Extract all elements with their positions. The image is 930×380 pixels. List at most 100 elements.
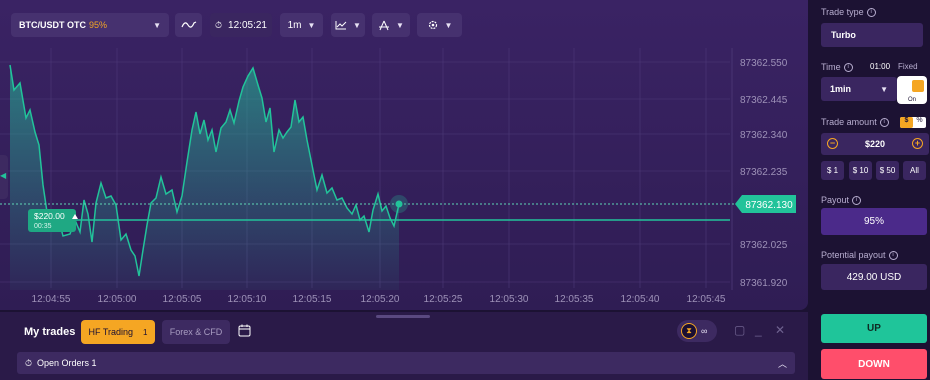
- trade-amount-text: $220.00: [34, 211, 65, 221]
- drawing-tools-select[interactable]: ▼: [372, 13, 410, 37]
- open-orders-bar[interactable]: ⏱ Open Orders 1 ︿: [17, 352, 795, 374]
- payout-label-text: Payout: [821, 195, 850, 205]
- tab-hf-trading[interactable]: HF Trading 1: [81, 320, 155, 344]
- preset-50[interactable]: $ 50: [876, 161, 899, 180]
- minus-icon[interactable]: −: [827, 138, 838, 149]
- my-trades-title: My trades: [24, 326, 76, 338]
- timeframe-select[interactable]: 1m ▼: [280, 13, 323, 37]
- chevron-down-icon: ▼: [444, 20, 453, 30]
- chevron-down-icon: ▼: [307, 20, 316, 30]
- trade-type-label: Trade type i: [821, 7, 876, 17]
- time-label-text: Time: [821, 62, 841, 72]
- time-label: Time i: [821, 62, 853, 72]
- server-time-text: 12:05:21: [228, 19, 267, 31]
- current-price-tag: 87362.130: [735, 195, 796, 213]
- chevron-down-icon: ▼: [396, 20, 404, 30]
- time-tick-label: 12:05:00: [98, 294, 137, 305]
- expand-icon[interactable]: ▢: [734, 323, 745, 337]
- preset-all[interactable]: All: [903, 161, 926, 180]
- unit-percent[interactable]: %: [913, 117, 926, 128]
- waves-icon: [180, 21, 196, 28]
- preset-10[interactable]: $ 10: [849, 161, 872, 180]
- fixed-label: Fixed: [898, 62, 918, 71]
- amount-field[interactable]: − $220 +: [821, 133, 929, 155]
- trade-type-label-text: Trade type: [821, 7, 864, 17]
- potential-label: Potential payout i: [821, 250, 898, 260]
- current-price-text: 87362.130: [745, 200, 793, 211]
- toggle-state: On: [907, 97, 916, 103]
- trades-panel: My trades HF Trading 1 Forex & CFD ⧗ ∞ ▢…: [0, 312, 808, 380]
- payout-value: 95%: [821, 208, 927, 235]
- info-icon[interactable]: i: [888, 250, 898, 260]
- amount-unit-toggle[interactable]: $ %: [900, 117, 926, 128]
- server-time: ⏱ 12:05:21: [210, 13, 272, 37]
- up-button[interactable]: UP: [821, 314, 927, 343]
- toggle-knob: [912, 80, 924, 92]
- price-tick-label: 87362.340: [740, 130, 788, 141]
- potential-payout-value: 429.00 USD: [821, 264, 927, 290]
- tab-forex-cfd[interactable]: Forex & CFD: [162, 320, 230, 344]
- settings-select[interactable]: ▼: [417, 13, 462, 37]
- tab-label: HF Trading: [88, 327, 134, 337]
- close-icon[interactable]: ✕: [775, 323, 785, 337]
- time-tick-label: 12:05:20: [361, 294, 400, 305]
- promo-pill[interactable]: ⧗ ∞: [677, 320, 717, 342]
- timeframe-text: 1m: [287, 19, 302, 31]
- amount-value: $220: [864, 139, 886, 149]
- chart-type-select[interactable]: ▼: [331, 13, 365, 37]
- info-icon[interactable]: i: [843, 62, 853, 72]
- price-tick-label: 87361.920: [740, 278, 788, 289]
- info-icon[interactable]: i: [866, 7, 876, 17]
- fixed-time-toggle[interactable]: On: [897, 76, 927, 104]
- time-select[interactable]: 1min ▼: [821, 77, 897, 101]
- indicator-waves-button[interactable]: [175, 13, 202, 37]
- time-tick-label: 12:04:55: [32, 294, 71, 305]
- hourglass-icon: ⧗: [681, 323, 697, 339]
- chevron-down-icon: ▼: [880, 84, 888, 94]
- payout-label: Payout i: [821, 195, 862, 205]
- info-icon[interactable]: i: [852, 195, 862, 205]
- time-tick-label: 12:05:05: [163, 294, 202, 305]
- time-tick-label: 12:05:25: [424, 294, 463, 305]
- asset-select[interactable]: BTC/USDT OTC 95% ▼: [11, 13, 169, 37]
- price-tick-label: 87362.445: [740, 95, 788, 106]
- tab-count-badge: 1: [143, 327, 148, 337]
- asset-payout: 95%: [89, 19, 108, 30]
- trade-remaining-text: 00:35: [34, 223, 52, 230]
- time-tick-label: 12:05:10: [228, 294, 267, 305]
- time-tick-label: 12:05:40: [621, 294, 660, 305]
- price-tick-label: 87362.550: [740, 58, 788, 69]
- time-tick-label: 12:05:45: [687, 294, 726, 305]
- clock-icon: ⏱: [25, 357, 33, 368]
- chevron-up-icon: ︿: [777, 358, 787, 369]
- potential-label-text: Potential payout: [821, 250, 886, 260]
- minimize-icon[interactable]: _: [755, 323, 762, 337]
- calendar-icon[interactable]: [238, 324, 251, 337]
- promo-value: ∞: [701, 326, 708, 336]
- current-point: [395, 200, 403, 208]
- clock-icon: ⏱: [215, 19, 223, 30]
- unit-dollar[interactable]: $: [900, 117, 913, 128]
- compass-icon: [379, 20, 390, 30]
- preset-1[interactable]: $ 1: [821, 161, 844, 180]
- chart-panel: 87362.550 87362.445 87362.340 87362.235 8736…: [0, 0, 808, 310]
- open-orders-label: Open Orders 1: [37, 358, 97, 368]
- trade-type-select[interactable]: Turbo: [821, 23, 923, 47]
- chevron-down-icon: ▼: [153, 20, 161, 30]
- gear-icon: [428, 20, 437, 30]
- info-icon[interactable]: i: [879, 117, 889, 127]
- chevron-left-icon: ◀: [0, 171, 7, 180]
- price-chart[interactable]: 87362.550 87362.445 87362.340 87362.235 8736…: [0, 0, 808, 310]
- price-tick-label: 87362.025: [740, 240, 788, 251]
- time-value: 1min: [830, 84, 852, 94]
- side-panel-handle[interactable]: ◀: [0, 155, 8, 199]
- line-chart-icon: [335, 21, 347, 30]
- price-tick-label: 87362.235: [740, 167, 788, 178]
- time-tick-label: 12:05:15: [293, 294, 332, 305]
- amount-label: Trade amount i: [821, 117, 889, 127]
- down-button[interactable]: DOWN: [821, 349, 927, 379]
- resize-handle[interactable]: [376, 315, 430, 318]
- trade-panel: Trade type i Turbo Time i 01:00 Fixed 1min…: [808, 0, 930, 380]
- time-tick-label: 12:05:35: [555, 294, 594, 305]
- plus-icon[interactable]: +: [912, 138, 923, 149]
